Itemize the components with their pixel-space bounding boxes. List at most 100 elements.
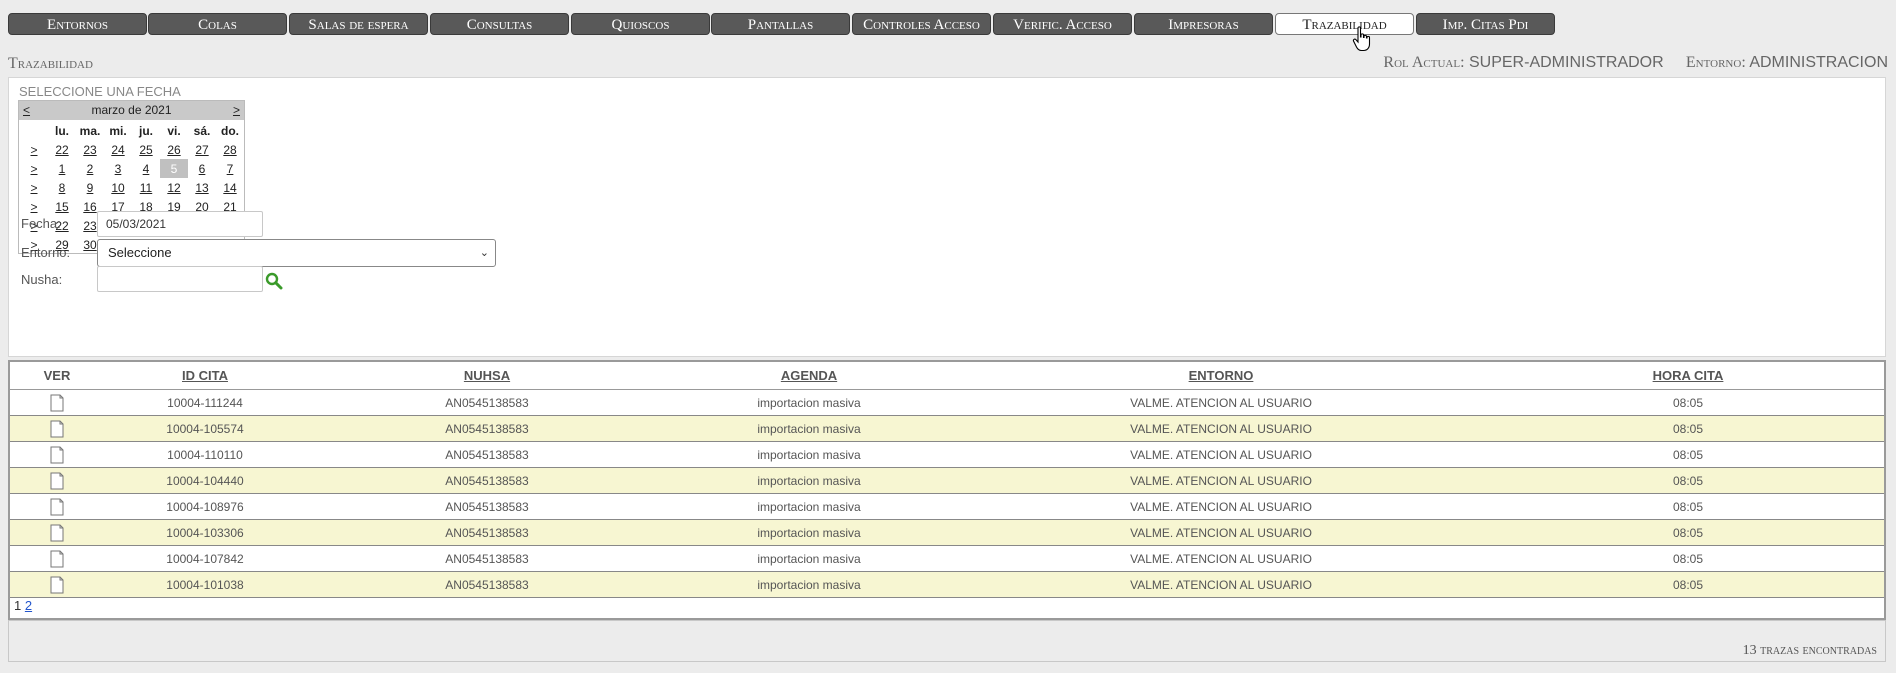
calendar-day[interactable]: 12 bbox=[160, 178, 188, 197]
nav-item-controles-acceso[interactable]: Controles Acceso bbox=[852, 13, 991, 35]
calendar-day[interactable]: 8 bbox=[48, 178, 76, 197]
calendar-day[interactable]: 28 bbox=[216, 140, 244, 159]
calendar-day[interactable]: 22 bbox=[48, 140, 76, 159]
cell-agenda: importacion masiva bbox=[668, 545, 950, 572]
cell-hora: 08:05 bbox=[1492, 389, 1884, 416]
cell-agenda: importacion masiva bbox=[668, 493, 950, 520]
calendar-weekday: do. bbox=[221, 123, 239, 138]
cell-id: 10004-104440 bbox=[104, 467, 306, 494]
calendar-day[interactable]: 23 bbox=[76, 140, 104, 159]
cell-entorno: VALME. ATENCION AL USUARIO bbox=[950, 441, 1492, 468]
col-nuhsa[interactable]: NUHSA bbox=[306, 362, 668, 390]
pager-link[interactable]: 2 bbox=[25, 598, 32, 613]
calendar-day[interactable]: 3 bbox=[104, 159, 132, 178]
cell-hora: 08:05 bbox=[1492, 571, 1884, 598]
page-title: Trazabilidad bbox=[8, 55, 93, 72]
document-icon[interactable] bbox=[50, 550, 64, 568]
document-icon[interactable] bbox=[50, 524, 64, 542]
table-row: 10004-108976 AN0545138583 importacion masi… bbox=[10, 493, 1884, 520]
calendar-week-selector[interactable]: > bbox=[20, 197, 48, 216]
calendar-weekday: mi. bbox=[109, 123, 127, 138]
nav-item-salas-de-espera[interactable]: Salas de espera bbox=[289, 13, 428, 35]
filter-panel: SELECCIONE UNA FECHA < marzo de 2021 > l… bbox=[8, 77, 1886, 357]
calendar-day[interactable]: 27 bbox=[188, 140, 216, 159]
calendar-next-link[interactable]: > bbox=[233, 101, 240, 120]
results-table: VER ID CITA NUHSA AGENDA ENTORNO HORA CI… bbox=[10, 362, 1884, 598]
calendar-day[interactable]: 6 bbox=[188, 159, 216, 178]
calendar-day[interactable]: 5 bbox=[160, 159, 188, 178]
document-icon[interactable] bbox=[50, 498, 64, 516]
document-icon[interactable] bbox=[50, 446, 64, 464]
env-key: Entorno: bbox=[1685, 54, 1746, 71]
top-nav: Entornos Colas Salas de espera Consultas Qui… bbox=[0, 0, 1896, 40]
table-row: 10004-103306 AN0545138583 importacion masi… bbox=[10, 519, 1884, 546]
calendar-day[interactable]: 14 bbox=[216, 178, 244, 197]
document-icon[interactable] bbox=[50, 576, 64, 594]
calendar-day[interactable]: 1 bbox=[48, 159, 76, 178]
col-entorno[interactable]: ENTORNO bbox=[950, 362, 1492, 390]
fecha-input[interactable]: 05/03/2021 bbox=[97, 211, 263, 237]
nav-item-verific-acceso[interactable]: Verific. Acceso bbox=[993, 13, 1132, 35]
cell-ver bbox=[10, 519, 104, 546]
nav-item-impresoras[interactable]: Impresoras bbox=[1134, 13, 1273, 35]
cell-id: 10004-101038 bbox=[104, 571, 306, 598]
search-icon[interactable] bbox=[265, 272, 283, 290]
cell-ver bbox=[10, 389, 104, 416]
calendar-week-selector[interactable]: > bbox=[20, 178, 48, 197]
nusha-input[interactable] bbox=[97, 266, 263, 292]
calendar-day[interactable]: 25 bbox=[132, 140, 160, 159]
entorno-select[interactable]: Seleccione ⌄ bbox=[97, 239, 496, 267]
table-row: 10004-105574 AN0545138583 importacion masi… bbox=[10, 415, 1884, 442]
calendar-day[interactable]: 9 bbox=[76, 178, 104, 197]
col-hora-cita[interactable]: HORA CITA bbox=[1492, 362, 1884, 390]
nav-item-quioscos[interactable]: Quioscos bbox=[571, 13, 710, 35]
calendar-day[interactable]: 15 bbox=[48, 197, 76, 216]
cell-hora: 08:05 bbox=[1492, 415, 1884, 442]
nav-item-pantallas[interactable]: Pantallas bbox=[711, 13, 850, 35]
cell-nuhsa: AN0545138583 bbox=[306, 389, 668, 416]
nav-item-imp-citas-pdi[interactable]: Imp. Citas Pdi bbox=[1416, 13, 1555, 35]
calendar-weekday: ju. bbox=[139, 123, 153, 138]
cell-agenda: importacion masiva bbox=[668, 415, 950, 442]
cell-nuhsa: AN0545138583 bbox=[306, 467, 668, 494]
cell-ver bbox=[10, 415, 104, 442]
calendar-day[interactable]: 4 bbox=[132, 159, 160, 178]
calendar-day[interactable]: 24 bbox=[104, 140, 132, 159]
role-key: Rol Actual: bbox=[1383, 54, 1465, 71]
calendar-day[interactable]: 7 bbox=[216, 159, 244, 178]
cell-nuhsa: AN0545138583 bbox=[306, 571, 668, 598]
calendar-day[interactable]: 11 bbox=[132, 178, 160, 197]
calendar-day[interactable]: 10 bbox=[104, 178, 132, 197]
calendar-day[interactable]: 2 bbox=[76, 159, 104, 178]
col-ver: VER bbox=[10, 362, 104, 390]
calendar-prev-link[interactable]: < bbox=[23, 101, 30, 120]
cell-ver bbox=[10, 493, 104, 520]
calendar-week-selector[interactable]: > bbox=[20, 140, 48, 159]
cell-id: 10004-110110 bbox=[104, 441, 306, 468]
nav-item-colas[interactable]: Colas bbox=[148, 13, 287, 35]
calendar-day[interactable]: 13 bbox=[188, 178, 216, 197]
cell-nuhsa: AN0545138583 bbox=[306, 545, 668, 572]
nav-item-entornos[interactable]: Entornos bbox=[8, 13, 147, 35]
table-row: 10004-101038 AN0545138583 importacion masi… bbox=[10, 571, 1884, 598]
table-row: 10004-110110 AN0545138583 importacion masi… bbox=[10, 441, 1884, 468]
calendar-day[interactable]: 26 bbox=[160, 140, 188, 159]
calendar-week-selector[interactable]: > bbox=[20, 159, 48, 178]
cell-hora: 08:05 bbox=[1492, 493, 1884, 520]
cell-id: 10004-108976 bbox=[104, 493, 306, 520]
col-id-cita[interactable]: ID CITA bbox=[104, 362, 306, 390]
document-icon[interactable] bbox=[50, 472, 64, 490]
role-value: SUPER-ADMINISTRADOR bbox=[1468, 54, 1664, 71]
calendar-week-row: >8 9 10 11 12 13 14 bbox=[20, 178, 244, 197]
cell-ver bbox=[10, 545, 104, 572]
document-icon[interactable] bbox=[50, 394, 64, 412]
table-row: 10004-111244 AN0545138583 importacion masi… bbox=[10, 389, 1884, 416]
nav-item-trazabilidad[interactable]: Trazabilidad bbox=[1275, 13, 1414, 35]
nav-item-consultas[interactable]: Consultas bbox=[430, 13, 569, 35]
col-agenda[interactable]: AGENDA bbox=[668, 362, 950, 390]
cell-entorno: VALME. ATENCION AL USUARIO bbox=[950, 519, 1492, 546]
cell-entorno: VALME. ATENCION AL USUARIO bbox=[950, 493, 1492, 520]
cell-hora: 08:05 bbox=[1492, 545, 1884, 572]
document-icon[interactable] bbox=[50, 420, 64, 438]
table-header-row: VER ID CITA NUHSA AGENDA ENTORNO HORA CI… bbox=[10, 362, 1884, 390]
